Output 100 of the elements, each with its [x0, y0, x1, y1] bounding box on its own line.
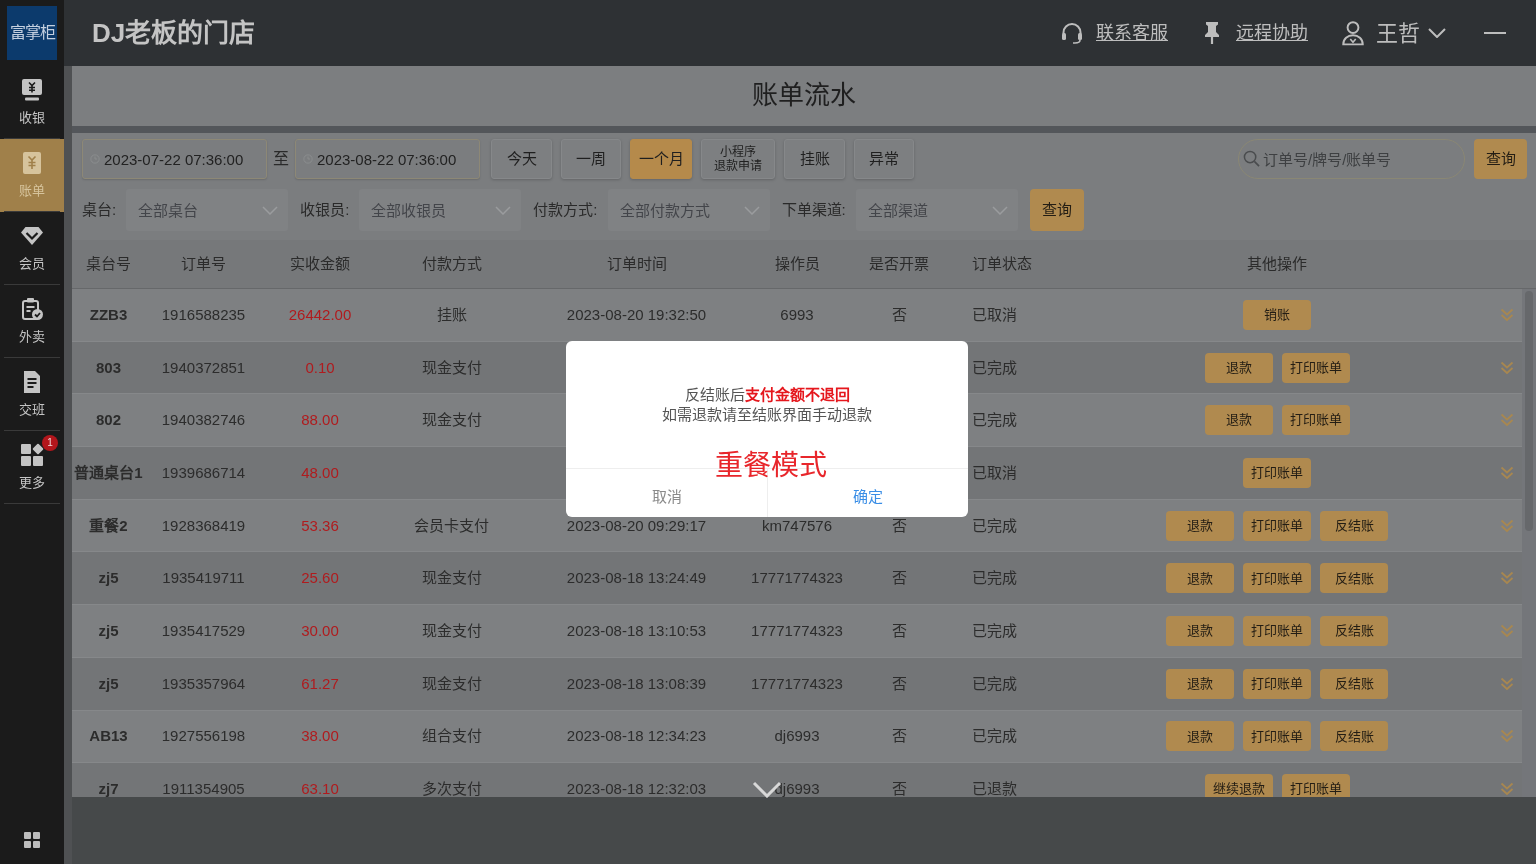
table-cell: 1939686714: [161, 463, 246, 482]
table-cell: 现金支付: [421, 621, 482, 640]
action-button[interactable]: 反结账: [1320, 510, 1388, 541]
table-cell: 重餐2: [89, 516, 128, 535]
action-button[interactable]: 打印账单: [1243, 668, 1311, 699]
table-cell: 组合支付: [421, 727, 482, 746]
select-field[interactable]: 全部付款方式: [607, 189, 770, 231]
search-button[interactable]: 查询: [1474, 139, 1527, 179]
table-cell: 否: [891, 305, 907, 324]
double-chevron-icon[interactable]: [1500, 623, 1514, 638]
action-button[interactable]: 打印账单: [1243, 721, 1311, 752]
column-header: 订单号: [181, 253, 226, 274]
range-button[interactable]: 一个月: [630, 139, 692, 179]
table-cell: 否: [891, 727, 907, 746]
action-button[interactable]: 退款: [1166, 668, 1234, 699]
table-cell: 否: [891, 780, 907, 797]
range-button[interactable]: 挂账: [784, 139, 845, 179]
range-button[interactable]: 小程序退款申请: [701, 139, 775, 179]
table-cell: 2023-08-20 09:29:17: [566, 516, 707, 535]
action-button[interactable]: 销账: [1243, 299, 1311, 330]
range-button[interactable]: 异常: [854, 139, 914, 179]
double-chevron-icon[interactable]: [1500, 782, 1514, 797]
search-field[interactable]: 订单号/牌号/账单号: [1238, 139, 1465, 179]
table-cell: dj6993: [774, 727, 820, 746]
table-cell: 803: [96, 358, 121, 377]
action-button[interactable]: 打印账单: [1243, 615, 1311, 646]
action-button[interactable]: 打印账单: [1243, 510, 1311, 541]
action-button[interactable]: 打印账单: [1281, 405, 1350, 436]
store-title: DJ老板的门店: [92, 16, 256, 50]
range-separator: 至: [273, 149, 289, 169]
action-button[interactable]: 反结账: [1320, 615, 1388, 646]
confirm-button[interactable]: 确定: [767, 481, 968, 513]
table-cell: 1935417529: [161, 621, 246, 640]
chevron-down-icon: [1428, 28, 1446, 38]
double-chevron-icon[interactable]: [1500, 518, 1514, 533]
double-chevron-icon[interactable]: [1500, 360, 1514, 375]
grid-menu-icon[interactable]: [24, 832, 40, 848]
search-icon: [1243, 150, 1260, 167]
table-cell: 2023-08-18 13:24:49: [566, 569, 707, 588]
user-icon: [1340, 20, 1366, 46]
chevron-down-icon: [743, 206, 760, 215]
table-cell: 已完成: [972, 727, 1017, 746]
action-button[interactable]: 打印账单: [1281, 352, 1350, 383]
date-field[interactable]: 2023-07-22 07:36:00: [82, 139, 267, 179]
action-button[interactable]: 退款: [1166, 615, 1234, 646]
range-button[interactable]: 今天: [491, 139, 552, 179]
table-cell: 48.00: [301, 463, 339, 482]
cancel-button[interactable]: 取消: [566, 481, 767, 513]
double-chevron-icon[interactable]: [1500, 413, 1514, 428]
clipboard-check-icon: [20, 297, 44, 321]
column-header: 桌台号: [86, 253, 131, 274]
action-button[interactable]: 退款: [1166, 721, 1234, 752]
field-label: 桌台:: [82, 199, 117, 220]
table-cell: AB13: [89, 727, 128, 746]
table-cell: zj7: [98, 780, 119, 797]
chevron-down-icon: [262, 206, 279, 215]
table-cell: 30.00: [301, 621, 339, 640]
select-field[interactable]: 全部收银员: [359, 189, 522, 231]
page-title: 账单流水: [752, 80, 856, 112]
action-button[interactable]: 反结账: [1320, 721, 1388, 752]
double-chevron-icon[interactable]: [1500, 465, 1514, 480]
date-field[interactable]: 2023-08-22 07:36:00: [295, 139, 480, 179]
double-chevron-icon[interactable]: [1500, 676, 1514, 691]
minimize-icon[interactable]: [1484, 32, 1506, 34]
monitor-icon: [20, 78, 44, 102]
user-menu[interactable]: 王哲: [1340, 16, 1446, 50]
action-button[interactable]: 继续退款: [1204, 774, 1273, 797]
table-cell: 否: [891, 516, 907, 535]
range-button[interactable]: 一周: [561, 139, 621, 179]
table-cell: 已完成: [972, 516, 1017, 535]
double-chevron-icon[interactable]: [1500, 729, 1514, 744]
double-chevron-icon[interactable]: [1500, 307, 1514, 322]
column-header: 是否开票: [869, 253, 929, 274]
yen-document-icon: [20, 151, 44, 175]
action-button[interactable]: 退款: [1204, 352, 1273, 383]
action-button[interactable]: 打印账单: [1281, 774, 1350, 797]
dialog-message: 反结账后支付金额不退回: [683, 385, 851, 405]
column-header: 实收金额: [290, 253, 350, 274]
table-cell: 2023-08-18 12:32:03: [566, 780, 707, 797]
field-label: 下单渠道:: [781, 199, 846, 220]
action-button[interactable]: 打印账单: [1243, 457, 1311, 488]
table-cell: 已完成: [972, 674, 1017, 693]
mode-label: 重餐模式: [715, 451, 828, 481]
select-field[interactable]: 全部桌台: [126, 189, 289, 231]
double-chevron-icon[interactable]: [1500, 571, 1514, 586]
action-button[interactable]: 退款: [1166, 563, 1234, 594]
table-cell: 现金支付: [421, 674, 482, 693]
action-button[interactable]: 退款: [1204, 405, 1273, 436]
header-link[interactable]: 远程协助: [1200, 19, 1308, 47]
column-header: 其他操作: [1247, 253, 1307, 274]
field-label: 付款方式:: [533, 199, 598, 220]
action-button[interactable]: 打印账单: [1243, 563, 1311, 594]
query-button[interactable]: 查询: [1029, 189, 1084, 231]
headset-icon: [1060, 21, 1084, 45]
action-button[interactable]: 退款: [1166, 510, 1234, 541]
logo[interactable]: 富掌柜: [7, 6, 57, 60]
select-field[interactable]: 全部渠道: [855, 189, 1018, 231]
table-cell: zj5: [98, 569, 119, 588]
action-button[interactable]: 反结账: [1320, 668, 1388, 699]
action-button[interactable]: 反结账: [1320, 563, 1388, 594]
